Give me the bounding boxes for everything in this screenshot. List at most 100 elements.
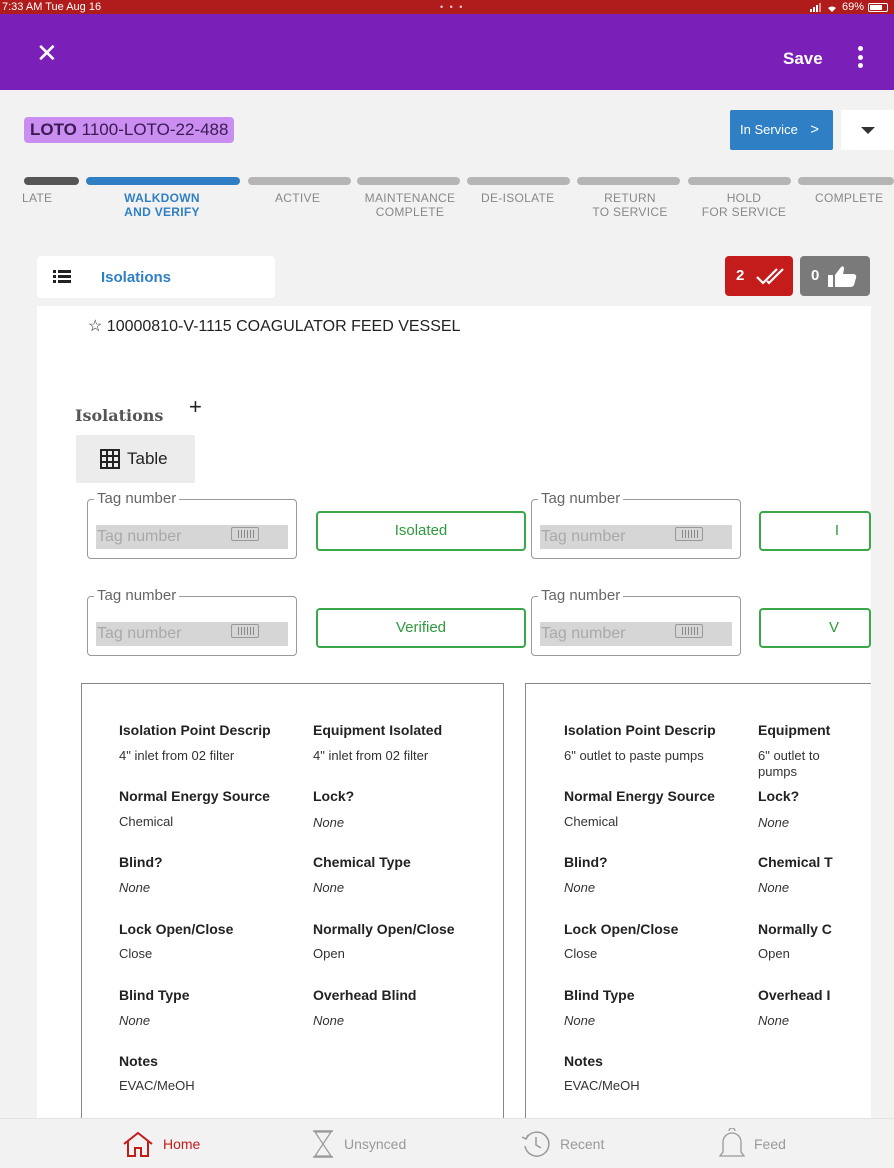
equipment-title-text: 10000810-V-1115 COAGULATOR FEED VESSEL [106,318,461,335]
tag-number-legend: Tag number [94,587,180,604]
more-vertical-icon[interactable] [852,46,868,68]
tab-unsynced[interactable]: Unsynced [310,1127,406,1161]
equipment-isolated-label: Equipment [758,722,831,738]
multitask-dots: • • • [440,2,465,12]
notes-label: Notes [119,1053,158,1069]
lock-open-close-value: Close [564,946,598,961]
verified-count: 2 [736,267,745,284]
tab-feed[interactable]: Feed [718,1127,786,1161]
step-label-hold[interactable]: HOLD FOR SERVICE [692,191,796,219]
bottom-tab-bar: Home Unsynced Recent Feed [0,1118,894,1168]
isolation-point-value: 4" inlet from 02 filter [119,748,235,763]
chemical-type-label: Chemical T [758,854,833,870]
step-bar-walkdown [86,177,240,185]
tag-number-input[interactable]: Tag number [96,622,288,646]
notes-value: EVAC/MeOH [564,1078,640,1093]
chevron-right-icon: > [810,121,819,138]
record-id: 1100-LOTO-22-488 [81,120,229,139]
normally-open-close-value: Open [313,946,345,961]
tab-unsynced-label: Unsynced [344,1136,407,1152]
tag-number-input[interactable]: Tag number [540,622,732,646]
tag-number-field[interactable]: Tag number Tag number [531,490,741,559]
table-icon [100,449,120,469]
tag-number-input[interactable]: Tag number [96,525,288,549]
verified-count-button[interactable]: 2 [725,256,793,296]
double-check-icon [756,268,784,285]
step-label-return[interactable]: RETURN TO SERVICE [582,191,678,219]
tag-number-field[interactable]: Tag number Tag number [531,587,741,656]
blind-type-label: Blind Type [564,987,635,1003]
status-dropdown-button[interactable] [841,110,894,150]
chemical-type-label: Chemical Type [313,854,411,870]
bell-icon [718,1128,746,1157]
add-icon[interactable]: + [189,394,202,420]
in-service-label: In Service [740,122,798,137]
barcode-icon[interactable] [231,624,259,638]
tag-number-legend: Tag number [538,490,624,507]
blind-type-value: None [564,1013,596,1028]
like-count-button[interactable]: 0 [800,256,870,296]
tab-home[interactable]: Home [121,1127,200,1161]
overhead-blind-label: Overhead I [758,987,831,1003]
tag-number-field[interactable]: Tag number Tag number [87,587,297,656]
verified-button[interactable]: V [759,608,871,648]
energy-source-label: Normal Energy Source [119,788,270,804]
equipment-isolated-value: 4" inlet from 02 filter [313,748,429,763]
history-icon [521,1131,550,1157]
barcode-icon[interactable] [231,527,259,541]
isolation-point-label: Isolation Point Descrip [119,722,271,738]
barcode-icon[interactable] [675,527,703,541]
tag-number-field[interactable]: Tag number Tag number [87,490,297,559]
chemical-type-value: None [758,880,790,895]
step-label-maintenance[interactable]: MAINTENANCE COMPLETE [358,191,462,219]
step-label-complete[interactable]: COMPLETE [815,191,883,205]
like-count: 0 [811,267,820,284]
isolated-button[interactable]: I [759,511,871,551]
isolations-tab-label: Isolations [101,269,172,286]
home-icon [123,1131,153,1157]
verified-button[interactable]: Verified [316,608,526,648]
step-label-deisolate[interactable]: DE-ISOLATE [481,191,554,205]
notes-label: Notes [564,1053,603,1069]
step-label-walkdown[interactable]: WALKDOWN AND VERIFY [100,191,224,219]
lock-open-close-label: Lock Open/Close [564,921,679,937]
hourglass-icon [313,1130,333,1158]
step-bar-deisolate [467,177,570,185]
status-bar: 7:33 AM Tue Aug 16 • • • 69% [0,0,894,14]
equipment-panel: ☆ 10000810-V-1115 COAGULATOR FEED VESSEL… [37,306,871,1118]
battery-icon [868,2,888,12]
tab-recent[interactable]: Recent [520,1127,604,1161]
save-button[interactable]: Save [783,49,823,69]
close-icon[interactable]: ✕ [36,40,58,66]
energy-source-value: Chemical [564,814,619,829]
step-label-late[interactable]: LATE [22,191,52,205]
tag-number-input[interactable]: Tag number [540,525,732,549]
normally-open-close-value: Open [758,946,790,961]
blind-type-label: Blind Type [119,987,190,1003]
table-view-button[interactable]: Table [76,435,195,483]
isolated-button[interactable]: Isolated [316,511,526,551]
star-outline-icon[interactable]: ☆ [88,318,102,335]
tab-recent-label: Recent [560,1136,605,1152]
record-id-badge: LOTO 1100-LOTO-22-488 [24,117,235,143]
isolation-card: Isolation Point Descrip 4" inlet from 02… [81,683,504,1118]
isolation-point-value: 6" outlet to paste pumps [564,748,704,763]
in-service-button[interactable]: In Service > [730,110,833,150]
tag-number-legend: Tag number [538,587,624,604]
step-label-active[interactable]: ACTIVE [275,191,320,205]
tab-home-label: Home [163,1136,201,1152]
record-type: LOTO [30,120,77,139]
energy-source-value: Chemical [119,814,174,829]
isolations-tab[interactable]: Isolations [37,256,275,298]
step-bar-active [248,177,351,185]
step-bar-maintenance [357,177,460,185]
isolation-card: Isolation Point Descrip 6" outlet to pas… [525,683,871,1118]
app-bar: ✕ Save [0,14,894,90]
barcode-icon[interactable] [675,624,703,638]
overhead-blind-label: Overhead Blind [313,987,417,1003]
blind-label: Blind? [564,854,608,870]
blind-label: Blind? [119,854,163,870]
lock-label: Lock? [313,788,355,804]
lock-open-close-value: Close [119,946,153,961]
blind-value: None [564,880,596,895]
